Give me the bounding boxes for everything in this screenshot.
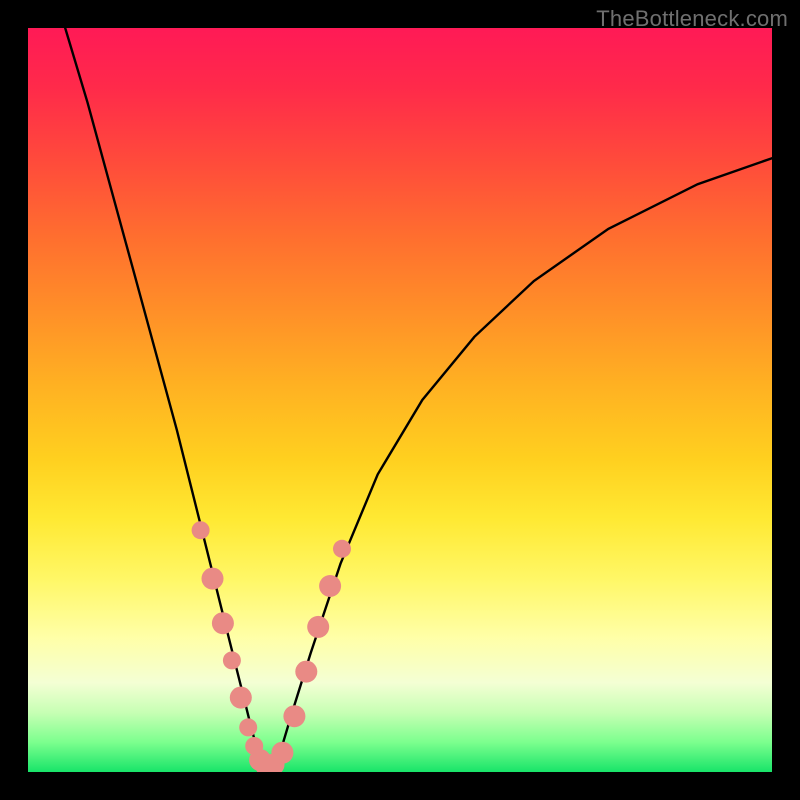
curve-marker <box>212 612 234 634</box>
curve-marker <box>319 575 341 597</box>
curve-marker <box>295 661 317 683</box>
curve-marker <box>230 687 252 709</box>
curve-marker <box>271 742 293 764</box>
bottleneck-curve <box>65 28 772 768</box>
chart-frame: TheBottleneck.com <box>0 0 800 800</box>
curve-marker <box>239 718 257 736</box>
curve-markers <box>192 521 351 772</box>
curve-layer <box>28 28 772 772</box>
curve-marker <box>202 568 224 590</box>
plot-area <box>28 28 772 772</box>
curve-marker <box>333 540 351 558</box>
curve-marker <box>307 616 329 638</box>
curve-marker <box>223 651 241 669</box>
curve-marker <box>192 521 210 539</box>
curve-marker <box>283 705 305 727</box>
